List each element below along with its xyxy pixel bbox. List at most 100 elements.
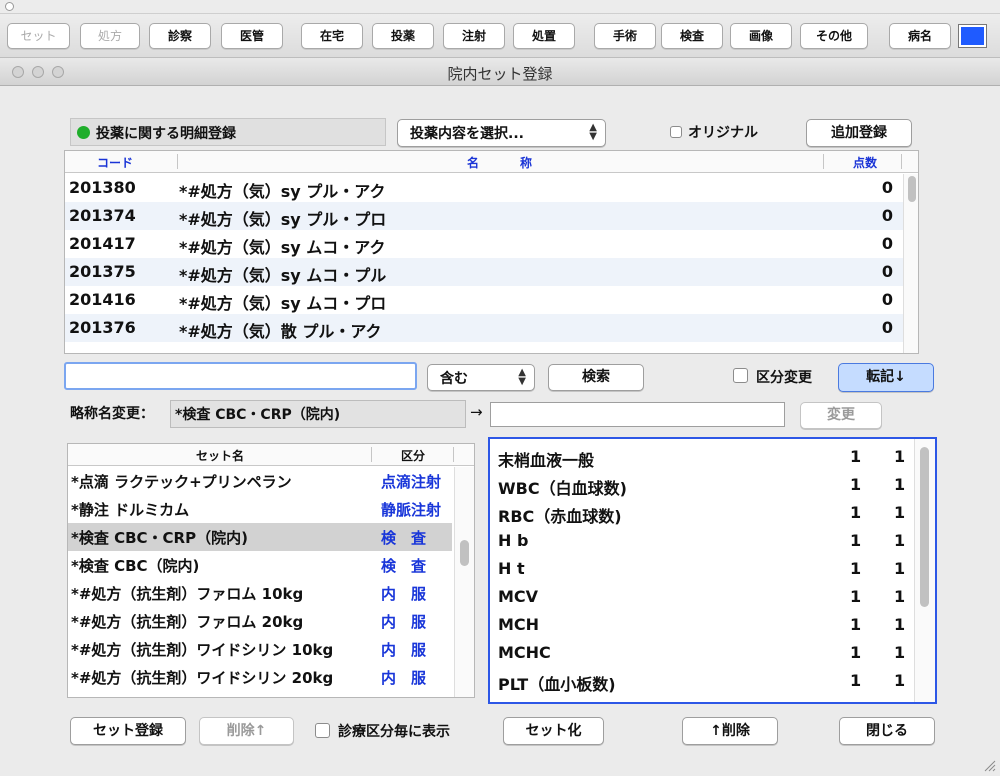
set-name: *#処方（抗生剤）ワイドシリン 10kg [71, 641, 334, 659]
row-points: 0 [881, 178, 893, 197]
color-swatch[interactable] [958, 24, 987, 48]
header-divider [177, 154, 178, 169]
table-row[interactable]: WBC（白血球数) 1 1 [490, 471, 914, 499]
list-item[interactable]: *点滴 ラクテック+プリンペラン 点滴注射 [68, 467, 452, 495]
toolbar-imaging-button[interactable]: 画像 [730, 23, 792, 49]
scroll-thumb[interactable] [920, 447, 929, 607]
list-item-selected[interactable]: *検査 CBC・CRP（院内) 検 査 [68, 523, 452, 551]
search-input[interactable] [64, 362, 417, 390]
table-row[interactable]: H b 1 1 [490, 527, 914, 555]
list-item[interactable]: *#処方（抗生剤）ワイドシリン 10kg 内 服 [68, 635, 452, 663]
show-by-kubun-checkbox[interactable] [315, 723, 330, 738]
updown-arrow-icon: ▲ ▼ [518, 367, 526, 387]
list-item[interactable]: *#処方（抗生剤）ファロム 10kg 内 服 [68, 579, 452, 607]
kubun-change-checkbox[interactable] [733, 368, 748, 383]
list-item[interactable]: *静注 ドルミカム 静脈注射 [68, 495, 452, 523]
toolbar-homecare-button[interactable]: 在宅 [301, 23, 363, 49]
toolbar-management-button[interactable]: 医管 [221, 23, 283, 49]
detail-name: H b [498, 531, 529, 550]
list-item[interactable]: *#処方（抗生剤）ファロム 20kg 内 服 [68, 607, 452, 635]
header-kubun[interactable]: 区分 [401, 447, 425, 464]
add-register-button[interactable]: 追加登録 [806, 119, 912, 147]
scroll-thumb[interactable] [908, 176, 916, 202]
code-table: コード 名 称 点数 201380 *#処方（気）sy プル・アク 0 2013… [64, 150, 919, 354]
set-kubun: 内 服 [381, 613, 427, 631]
row-code: 201375 [69, 262, 136, 281]
table-row[interactable]: 201417 *#処方（気）sy ムコ・アク 0 [65, 230, 903, 258]
header-set-name[interactable]: セット名 [196, 447, 244, 464]
table-row[interactable]: 201380 *#処方（気）sy プル・アク 0 [65, 174, 903, 202]
detail-qty: 1 [850, 587, 862, 606]
detail-count: 1 [894, 503, 906, 522]
set-name: *点滴 ラクテック+プリンペラン [71, 473, 292, 491]
table-row[interactable]: 201375 *#処方（気）sy ムコ・プル 0 [65, 258, 903, 286]
main-toolbar: セット 処方 診察 医管 在宅 投薬 注射 処置 手術 検査 画像 その他 病名 [0, 14, 1000, 58]
set-name: *#処方（抗生剤）ワイドシリン 20kg [71, 669, 334, 687]
transfer-button[interactable]: 転記↓ [838, 363, 934, 392]
toolbar-exam-button[interactable]: 診察 [149, 23, 211, 49]
toolbar-disease-button[interactable]: 病名 [889, 23, 951, 49]
window-titlebar: 院内セット登録 [0, 58, 1000, 86]
delete-detail-button[interactable]: ↑削除 [682, 717, 778, 745]
header-code[interactable]: コード [97, 154, 133, 171]
set-kubun: 点滴注射 [381, 473, 442, 491]
kubun-change-label: 区分変更 [756, 370, 812, 386]
table-row[interactable]: 201416 *#処方（気）sy ムコ・プロ 0 [65, 286, 903, 314]
code-table-scrollbar[interactable] [903, 174, 918, 353]
row-name: *#処方（気）sy ムコ・プル [179, 266, 387, 285]
detail-qty: 1 [850, 475, 862, 494]
table-row[interactable]: RBC（赤血球数) 1 1 [490, 499, 914, 527]
set-table-scrollbar[interactable] [454, 467, 474, 697]
change-button: 変更 [800, 402, 882, 429]
toolbar-injection-button[interactable]: 注射 [443, 23, 505, 49]
detail-qty: 1 [850, 643, 862, 662]
toolbar-surgery-button[interactable]: 手術 [594, 23, 656, 49]
list-item[interactable]: *#処方（抗生剤）ワイドシリン 20kg 内 服 [68, 663, 452, 691]
make-set-button[interactable]: セット化 [503, 717, 604, 745]
close-button[interactable]: 閉じる [839, 717, 935, 745]
window-title: 院内セット登録 [447, 65, 553, 83]
header-divider [453, 447, 454, 462]
table-row[interactable]: PLT（血小板数) 1 1 [490, 667, 914, 695]
set-kubun: 内 服 [381, 641, 427, 659]
header-divider [371, 447, 372, 462]
set-name: *検査 CBC・CRP（院内) [71, 529, 248, 547]
toolbar-set-button: セット [7, 23, 70, 49]
set-name: *#処方（抗生剤）ファロム 10kg [71, 585, 304, 603]
toolbar-test-button[interactable]: 検査 [661, 23, 723, 49]
set-kubun: 内 服 [381, 585, 427, 603]
top-strip [0, 0, 1000, 14]
header-name-left[interactable]: 名 [467, 154, 479, 171]
table-row[interactable]: 末梢血液一般 1 1 [490, 443, 914, 471]
row-points: 0 [881, 318, 893, 337]
content-select[interactable]: 投薬内容を選択... ▲ ▼ [397, 119, 606, 147]
match-mode-select[interactable]: 含む ▲ ▼ [427, 364, 535, 391]
toolbar-medication-button[interactable]: 投薬 [372, 23, 434, 49]
set-register-button[interactable]: セット登録 [70, 717, 186, 745]
detail-qty: 1 [850, 503, 862, 522]
row-points: 0 [881, 290, 893, 309]
row-code: 201417 [69, 234, 136, 253]
header-name-right[interactable]: 称 [520, 154, 532, 171]
code-table-header: コード 名 称 点数 [65, 151, 918, 173]
scroll-thumb[interactable] [460, 540, 469, 566]
row-name: *#処方（気）sy プル・アク [179, 182, 386, 201]
toolbar-treatment-button[interactable]: 処置 [513, 23, 575, 49]
header-points[interactable]: 点数 [853, 154, 877, 171]
original-checkbox[interactable] [670, 126, 682, 138]
detail-table-scrollbar[interactable] [914, 439, 935, 702]
toolbar-other-button[interactable]: その他 [800, 23, 868, 49]
detail-qty: 1 [850, 615, 862, 634]
table-row[interactable]: MCH 1 1 [490, 611, 914, 639]
list-item[interactable]: *検査 CBC（院内) 検 査 [68, 551, 452, 579]
table-row[interactable]: 201376 *#処方（気）散 プル・アク 0 [65, 314, 903, 342]
table-row[interactable]: MCV 1 1 [490, 583, 914, 611]
table-row[interactable]: H t 1 1 [490, 555, 914, 583]
table-row[interactable]: MCHC 1 1 [490, 639, 914, 667]
set-name: *検査 CBC（院内) [71, 557, 200, 575]
search-button[interactable]: 検索 [548, 364, 644, 391]
abbreviation-new-input[interactable] [490, 402, 785, 427]
detail-name: RBC（赤血球数) [498, 507, 622, 526]
table-row[interactable]: 201374 *#処方（気）sy プル・プロ 0 [65, 202, 903, 230]
resize-grip-icon[interactable] [982, 758, 996, 772]
